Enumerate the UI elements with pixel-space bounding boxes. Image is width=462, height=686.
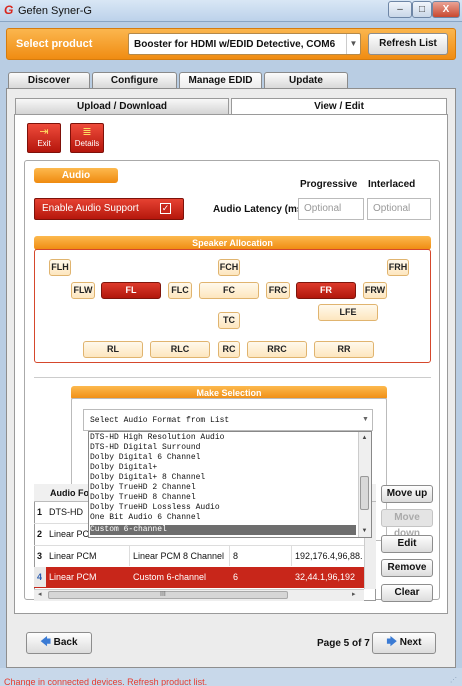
- speaker-frh-button[interactable]: FRH: [387, 259, 409, 276]
- audio-format-select-text: Select Audio Format from List: [90, 416, 230, 425]
- row-channels: 6: [233, 572, 239, 582]
- row-number: 1: [37, 507, 43, 517]
- speaker-fch-button[interactable]: FCH: [218, 259, 240, 276]
- details-icon: ≣: [82, 126, 92, 138]
- speaker-frc-button[interactable]: FRC: [266, 282, 290, 299]
- interlaced-label: Interlaced: [368, 179, 416, 190]
- section-divider: [34, 377, 431, 378]
- remove-button[interactable]: Remove: [381, 559, 433, 577]
- list-item-selected[interactable]: Custom 6-channel: [90, 525, 356, 535]
- progressive-latency-input[interactable]: Optional: [298, 198, 364, 220]
- maximize-button[interactable]: □: [412, 1, 432, 18]
- window-title: Gefen Syner-G: [18, 5, 92, 17]
- back-button[interactable]: 🡄 Back: [26, 632, 92, 654]
- row-number: 3: [37, 551, 43, 561]
- speaker-flh-button[interactable]: FLH: [49, 259, 71, 276]
- row-sample-rates: 32,44.1,96,192: [295, 572, 356, 582]
- checkbox-checked-icon[interactable]: ✓: [160, 203, 171, 214]
- list-item[interactable]: One Bit Audio 6 Channel: [90, 513, 356, 523]
- speaker-rc-button[interactable]: RC: [218, 341, 240, 358]
- tab-discover[interactable]: Discover: [8, 72, 90, 89]
- tab-configure[interactable]: Configure: [92, 72, 177, 89]
- subtab-upload-download[interactable]: Upload / Download: [15, 98, 229, 114]
- list-item[interactable]: Dolby TrueHD 8 Channel: [90, 493, 356, 503]
- minimize-button[interactable]: –: [388, 1, 412, 18]
- speaker-flw-button[interactable]: FLW: [71, 282, 95, 299]
- row-audio-format: Linear PCM: [49, 572, 97, 582]
- status-message: Change in connected devices. Refresh pro…: [4, 677, 208, 686]
- page-indicator: Page 5 of 7: [317, 638, 370, 649]
- move-down-button[interactable]: Move down: [381, 509, 433, 539]
- dropdown-scroll-thumb[interactable]: [360, 476, 369, 510]
- speaker-rr-button[interactable]: RR: [314, 341, 374, 358]
- product-select-value: Booster for HDMI w/EDID Detective, COM6: [134, 39, 336, 50]
- speaker-lfe-button[interactable]: LFE: [318, 304, 378, 321]
- speaker-allocation-header: Speaker Allocation: [34, 236, 431, 250]
- table-row[interactable]: 3 Linear PCM Linear PCM 8 Channel 8 192,…: [34, 545, 376, 566]
- clear-button[interactable]: Clear: [381, 584, 433, 602]
- list-item[interactable]: Dolby TrueHD Lossless Audio: [90, 503, 356, 513]
- row-sample-rates: 192,176.4,96,88.: [295, 551, 362, 561]
- list-item[interactable]: Dolby Digital 6 Channel: [90, 453, 356, 463]
- edit-button[interactable]: Edit: [381, 535, 433, 553]
- speaker-fr-button[interactable]: FR: [296, 282, 356, 299]
- speaker-rlc-button[interactable]: RLC: [150, 341, 210, 358]
- back-label: Back: [53, 637, 78, 648]
- row-description: Custom 6-channel: [133, 572, 207, 582]
- audio-header: Audio: [34, 168, 118, 183]
- speaker-rrc-button[interactable]: RRC: [247, 341, 307, 358]
- resize-grip-icon[interactable]: ⋰: [450, 677, 458, 685]
- speaker-tc-button[interactable]: TC: [218, 312, 240, 329]
- row-number: 2: [37, 529, 43, 539]
- speaker-flc-button[interactable]: FLC: [168, 282, 192, 299]
- list-item[interactable]: Dolby TrueHD 2 Channel: [90, 483, 356, 493]
- row-channels: 8: [230, 546, 292, 566]
- progressive-label: Progressive: [300, 179, 358, 190]
- select-product-label: Select product: [16, 38, 93, 50]
- list-item[interactable]: Dolby Digital+: [90, 463, 356, 473]
- speaker-frw-button[interactable]: FRW: [363, 282, 387, 299]
- speaker-fc-button[interactable]: FC: [199, 282, 259, 299]
- details-button[interactable]: ≣ Details: [70, 123, 104, 153]
- next-label: Next: [399, 637, 422, 648]
- audio-latency-label: Audio Latency (ms): [213, 204, 306, 215]
- tab-update[interactable]: Update: [264, 72, 348, 89]
- exit-label: Exit: [37, 139, 51, 148]
- scroll-grip: III: [160, 591, 166, 598]
- speaker-fl-button[interactable]: FL: [101, 282, 161, 299]
- refresh-list-button[interactable]: Refresh List: [368, 33, 448, 55]
- scroll-left-icon[interactable]: ◂: [38, 590, 42, 600]
- exit-button[interactable]: ⇥ Exit: [27, 123, 61, 153]
- app-logo-icon: G: [4, 3, 14, 17]
- exit-icon: ⇥: [39, 126, 49, 138]
- list-item[interactable]: DTS-HD Digital Surround: [90, 443, 356, 453]
- subtab-view-edit[interactable]: View / Edit: [231, 98, 447, 115]
- row-description: Linear PCM 8 Channel: [130, 546, 230, 566]
- table-row-selected[interactable]: 4 Linear PCM Custom 6-channel 6 32,44.1,…: [34, 567, 364, 588]
- row-audio-format: Linear PCM: [46, 546, 130, 566]
- list-item[interactable]: Dolby Digital+ 8 Channel: [90, 473, 356, 483]
- speaker-rl-button[interactable]: RL: [83, 341, 143, 358]
- chevron-down-icon[interactable]: ▼: [359, 410, 372, 430]
- row-number: 4: [34, 567, 46, 587]
- arrow-right-icon: 🡆: [386, 637, 397, 648]
- next-button[interactable]: 🡆 Next: [372, 632, 436, 654]
- enable-audio-label: Enable Audio Support: [42, 203, 139, 214]
- list-item[interactable]: DTS-HD High Resolution Audio: [90, 433, 356, 443]
- scroll-thumb[interactable]: [48, 591, 288, 599]
- move-up-button[interactable]: Move up: [381, 485, 433, 503]
- scroll-down-icon[interactable]: ▼: [359, 527, 370, 535]
- scroll-right-icon[interactable]: ▸: [352, 590, 356, 600]
- close-button[interactable]: X: [432, 1, 460, 18]
- chevron-down-icon[interactable]: ▼: [346, 34, 360, 54]
- scroll-up-icon[interactable]: ▲: [359, 434, 370, 442]
- interlaced-latency-input[interactable]: Optional: [367, 198, 431, 220]
- arrow-left-icon: 🡄: [40, 637, 51, 648]
- details-label: Details: [74, 139, 100, 148]
